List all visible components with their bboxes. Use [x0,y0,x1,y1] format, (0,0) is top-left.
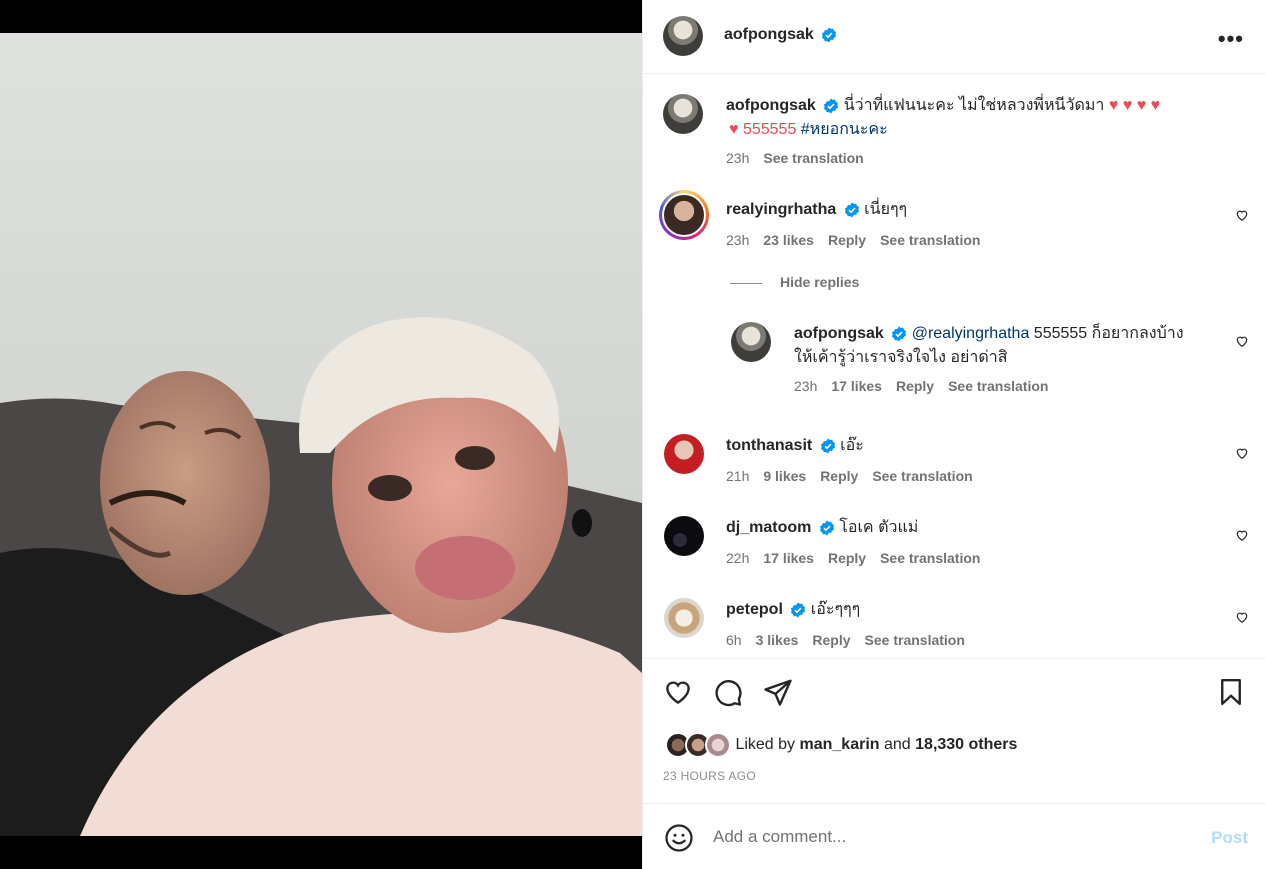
likes-others[interactable]: 18,330 others [915,736,1017,753]
reply-text-cont: ให้เค้ารู้ว่าเราจริงใจไง อย่าด่าสิ [794,349,1008,366]
caption-text-cont: ♥ 555555 [729,121,801,138]
post-comment-button[interactable]: Post [1211,828,1248,848]
heart-icon[interactable] [1235,610,1249,624]
heart-icon[interactable] [1235,528,1249,542]
heart-icon[interactable] [663,677,693,707]
action-bar: Liked by man_karin and 18,330 others 23 … [643,658,1265,804]
caption-avatar[interactable] [663,94,703,134]
comment-username[interactable]: realyingrhatha [726,201,836,218]
reply-likes[interactable]: 17 likes [831,378,882,394]
verified-badge-icon [822,27,837,43]
post-media [0,0,642,869]
verified-badge-icon [892,326,907,342]
comment-avatar[interactable] [664,598,704,638]
replies-divider [730,282,762,284]
reply-username[interactable]: aofpongsak [794,325,884,342]
comment-username[interactable]: tonthanasit [726,437,812,454]
hide-replies-button[interactable]: Hide replies [730,274,859,290]
post-timestamp[interactable]: 23 HOURS AGO [663,769,756,783]
story-ring[interactable] [659,190,709,240]
reply-button[interactable]: Reply [828,550,866,566]
see-translation-button[interactable]: See translation [880,232,980,248]
comment-likes[interactable]: 23 likes [763,232,814,248]
comment-input[interactable] [713,827,1153,847]
reply-button[interactable]: Reply [820,468,858,484]
verified-badge-icon [791,602,806,618]
see-translation-button[interactable]: See translation [865,632,965,648]
author-avatar[interactable] [663,16,703,56]
verified-badge-icon [824,98,839,114]
post-photo[interactable] [0,33,642,836]
author-username[interactable]: aofpongsak [724,26,814,43]
reply-avatar[interactable] [731,322,771,362]
verified-badge-icon [820,438,835,454]
reply-button[interactable]: Reply [896,378,934,394]
reply-button[interactable]: Reply [812,632,850,648]
caption-text: นี่ว่าที่แฟนนะคะ ไม่ใช่หลวงพี่หนีวัดมา ♥… [843,97,1161,114]
see-translation-button[interactable]: See translation [872,468,972,484]
add-comment-bar: Post [643,805,1265,869]
comment-likes[interactable]: 9 likes [763,468,806,484]
comment-time: 6h [726,632,742,648]
photo-illustration [0,33,642,836]
emoji-icon[interactable] [664,823,694,853]
comment-icon[interactable] [713,677,743,707]
comments-list: aofpongsak นี่ว่าที่แฟนนะคะ ไม่ใช่หลวงพี… [643,74,1265,658]
likes-summary: Liked by man_karin and 18,330 others [665,732,1017,758]
likes-prefix: Liked by [735,736,800,753]
post-sidebar: aofpongsak ••• aofpongsak นี่ว่าที่แฟนนะ… [642,0,1265,869]
more-options-button[interactable]: ••• [1218,26,1244,52]
post-header: aofpongsak ••• [643,0,1265,74]
comment-likes[interactable]: 3 likes [756,632,799,648]
likes-middle: and [879,736,916,753]
comment-username[interactable]: dj_matoom [726,519,811,536]
verified-badge-icon [844,202,859,218]
heart-icon[interactable] [1235,446,1249,460]
heart-icon[interactable] [1235,334,1249,348]
comment-likes[interactable]: 17 likes [763,550,814,566]
comment-text: เอ๊ะๆๆๆ [810,601,861,618]
caption-username[interactable]: aofpongsak [726,97,816,114]
caption-time: 23h [726,150,750,166]
caption-hashtag[interactable]: #หยอกนะคะ [801,121,888,138]
liker-avatar [705,732,731,758]
caption-see-translation[interactable]: See translation [763,150,863,166]
liker-username[interactable]: man_karin [800,736,880,753]
comment-text: เอ๊ะ [840,437,864,454]
see-translation-button[interactable]: See translation [948,378,1048,394]
comment-text: เนี่ยๆๆ [864,201,908,218]
comment-time: 22h [726,550,750,566]
reply-button[interactable]: Reply [828,232,866,248]
reply-time: 23h [794,378,818,394]
see-translation-button[interactable]: See translation [880,550,980,566]
comment-time: 23h [726,232,750,248]
liker-avatars[interactable] [665,732,731,758]
comment-time: 21h [726,468,750,484]
comment-username[interactable]: petepol [726,601,783,618]
bookmark-icon[interactable] [1216,677,1246,707]
reply-text: 555555 ก็อยากลงบ้าง [1029,325,1184,342]
hide-replies-label: Hide replies [780,274,860,290]
comment-avatar[interactable] [664,434,704,474]
comment-text: โอเค ตัวแม่ [839,519,919,536]
heart-icon[interactable] [1235,208,1249,222]
reply-mention[interactable]: @realyingrhatha [912,325,1030,342]
send-icon[interactable] [763,677,793,707]
comment-avatar[interactable] [664,516,704,556]
comment-avatar[interactable] [662,193,706,237]
verified-badge-icon [819,520,834,536]
